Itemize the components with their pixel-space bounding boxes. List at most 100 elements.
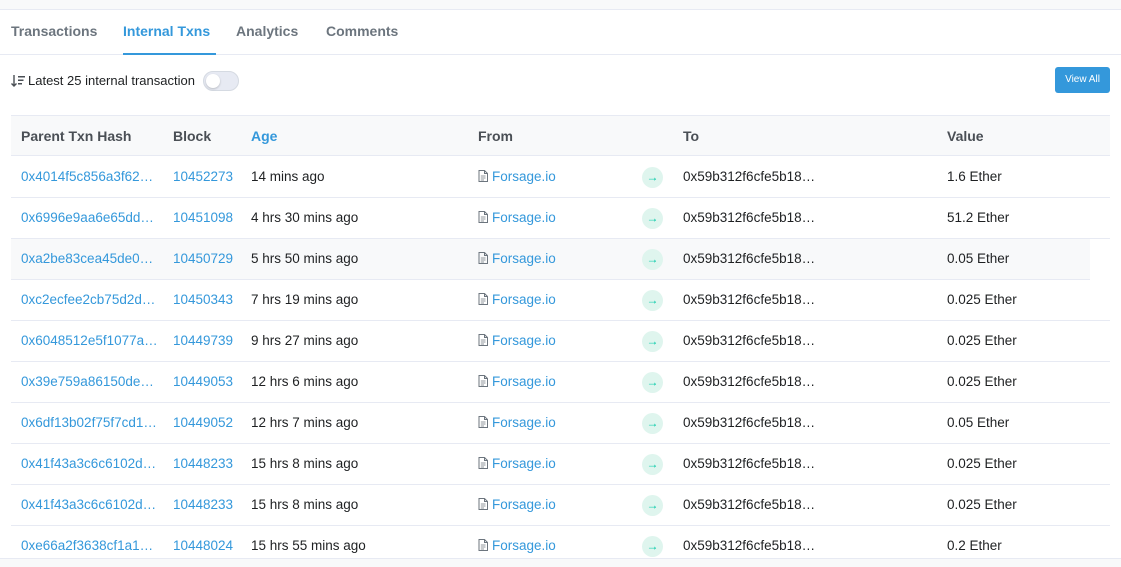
header-parent-txn-hash: Parent Txn Hash (21, 128, 132, 144)
age-text: 4 hrs 30 mins ago (251, 210, 359, 225)
value-text: 0.025 Ether (947, 292, 1017, 307)
age-text: 5 hrs 50 mins ago (251, 251, 359, 266)
parent-txn-hash-link[interactable]: 0x41f43a3c6c6102d… (21, 497, 156, 513)
table-row: 0x39e759a86150de… 10449053 12 hrs 6 mins a… (11, 362, 1110, 403)
table-row: 0x41f43a3c6c6102d… 10448233 15 hrs 8 mins … (11, 444, 1110, 485)
from-cell: Forsage.io (478, 497, 556, 513)
to-address: 0x59b312f6cfe5b18… (683, 497, 816, 512)
to-address: 0x59b312f6cfe5b18… (683, 374, 816, 389)
value-text: 0.025 Ether (947, 497, 1017, 512)
document-icon (478, 293, 488, 305)
from-cell: Forsage.io (478, 456, 556, 472)
age-text: 12 hrs 6 mins ago (251, 374, 359, 389)
block-link[interactable]: 10448024 (173, 538, 233, 554)
block-link[interactable]: 10449052 (173, 415, 233, 431)
parent-txn-hash-link[interactable]: 0x4014f5c856a3f62… (21, 169, 153, 185)
table-row: 0x6996e9aa6e65dd… 10451098 4 hrs 30 mins a… (11, 198, 1110, 239)
document-icon (478, 539, 488, 551)
bottom-edge (0, 558, 1121, 567)
from-address-link[interactable]: Forsage.io (492, 333, 556, 348)
arrow-right-icon: → (642, 536, 663, 557)
table-row: 0xc2ecfee2cb75d2d… 10450343 7 hrs 19 mins … (11, 280, 1110, 321)
table-row: 0x4014f5c856a3f62… 10452273 14 mins ago For… (11, 157, 1110, 198)
parent-txn-hash-link[interactable]: 0xc2ecfee2cb75d2d… (21, 292, 155, 308)
arrow-right-icon: → (642, 249, 663, 270)
sort-descending-icon[interactable] (10, 73, 26, 89)
header-to: To (683, 128, 700, 144)
from-cell: Forsage.io (478, 415, 556, 431)
age-text: 15 hrs 8 mins ago (251, 456, 359, 471)
tab-transactions[interactable]: Transactions (11, 10, 97, 55)
arrow-right-icon: → (642, 372, 663, 393)
value-text: 0.025 Ether (947, 333, 1017, 348)
to-address: 0x59b312f6cfe5b18… (683, 415, 816, 430)
value-text: 1.6 Ether (947, 169, 1002, 184)
from-cell: Forsage.io (478, 374, 556, 390)
tab-comments[interactable]: Comments (326, 10, 398, 55)
document-icon (478, 252, 488, 264)
arrow-right-icon: → (642, 290, 663, 311)
arrow-right-icon: → (642, 208, 663, 229)
from-address-link[interactable]: Forsage.io (492, 415, 556, 430)
document-icon (478, 498, 488, 510)
parent-txn-hash-link[interactable]: 0x6df13b02f75f7cd1… (21, 415, 157, 431)
latest-internal-txn-label: Latest 25 internal transaction (28, 73, 195, 88)
parent-txn-hash-link[interactable]: 0x41f43a3c6c6102d… (21, 456, 156, 472)
view-all-button[interactable]: View All (1055, 67, 1110, 93)
document-icon (478, 375, 488, 387)
tab-internal-txns[interactable]: Internal Txns (123, 10, 216, 55)
age-text: 15 hrs 55 mins ago (251, 538, 366, 553)
block-link[interactable]: 10450729 (173, 251, 233, 267)
from-address-link[interactable]: Forsage.io (492, 292, 556, 307)
block-link[interactable]: 10451098 (173, 210, 233, 226)
from-cell: Forsage.io (478, 210, 556, 226)
latest-toggle[interactable] (203, 71, 239, 91)
from-cell: Forsage.io (478, 169, 556, 185)
to-address: 0x59b312f6cfe5b18… (683, 456, 816, 471)
age-text: 9 hrs 27 mins ago (251, 333, 359, 348)
from-address-link[interactable]: Forsage.io (492, 538, 556, 553)
parent-txn-hash-link[interactable]: 0x39e759a86150de… (21, 374, 154, 390)
from-cell: Forsage.io (478, 333, 556, 349)
value-text: 0.025 Ether (947, 456, 1017, 471)
header-age[interactable]: Age (251, 128, 277, 144)
age-text: 7 hrs 19 mins ago (251, 292, 359, 307)
to-address: 0x59b312f6cfe5b18… (683, 210, 816, 225)
arrow-right-icon: → (642, 167, 663, 188)
parent-txn-hash-link[interactable]: 0xe66a2f3638cf1a1… (21, 538, 153, 554)
block-link[interactable]: 10450343 (173, 292, 233, 308)
from-address-link[interactable]: Forsage.io (492, 169, 556, 184)
from-cell: Forsage.io (478, 538, 556, 554)
parent-txn-hash-link[interactable]: 0x6996e9aa6e65dd… (21, 210, 154, 226)
from-address-link[interactable]: Forsage.io (492, 251, 556, 266)
table-row: 0xa2be83cea45de0… 10450729 5 hrs 50 mins a… (11, 239, 1090, 280)
tab-analytics[interactable]: Analytics (236, 10, 298, 55)
block-link[interactable]: 10449053 (173, 374, 233, 390)
value-text: 0.05 Ether (947, 415, 1010, 430)
arrow-right-icon: → (642, 495, 663, 516)
value-text: 0.05 Ether (947, 251, 1010, 266)
block-link[interactable]: 10448233 (173, 456, 233, 472)
arrow-right-icon: → (642, 413, 663, 434)
block-link[interactable]: 10449739 (173, 333, 233, 349)
from-address-link[interactable]: Forsage.io (492, 374, 556, 389)
age-text: 12 hrs 7 mins ago (251, 415, 359, 430)
block-link[interactable]: 10452273 (173, 169, 233, 185)
to-address: 0x59b312f6cfe5b18… (683, 251, 816, 266)
block-link[interactable]: 10448233 (173, 497, 233, 513)
from-address-link[interactable]: Forsage.io (492, 456, 556, 471)
table-body: 0x4014f5c856a3f62… 10452273 14 mins ago For… (11, 157, 1110, 567)
age-text: 15 hrs 8 mins ago (251, 497, 359, 512)
parent-txn-hash-link[interactable]: 0x6048512e5f1077a… (21, 333, 158, 349)
from-cell: Forsage.io (478, 292, 556, 308)
age-text: 14 mins ago (251, 169, 325, 184)
arrow-right-icon: → (642, 331, 663, 352)
parent-txn-hash-link[interactable]: 0xa2be83cea45de0… (21, 251, 153, 267)
document-icon (478, 211, 488, 223)
from-cell: Forsage.io (478, 251, 556, 267)
arrow-right-icon: → (642, 454, 663, 475)
from-address-link[interactable]: Forsage.io (492, 497, 556, 512)
value-text: 51.2 Ether (947, 210, 1010, 225)
document-icon (478, 334, 488, 346)
from-address-link[interactable]: Forsage.io (492, 210, 556, 225)
